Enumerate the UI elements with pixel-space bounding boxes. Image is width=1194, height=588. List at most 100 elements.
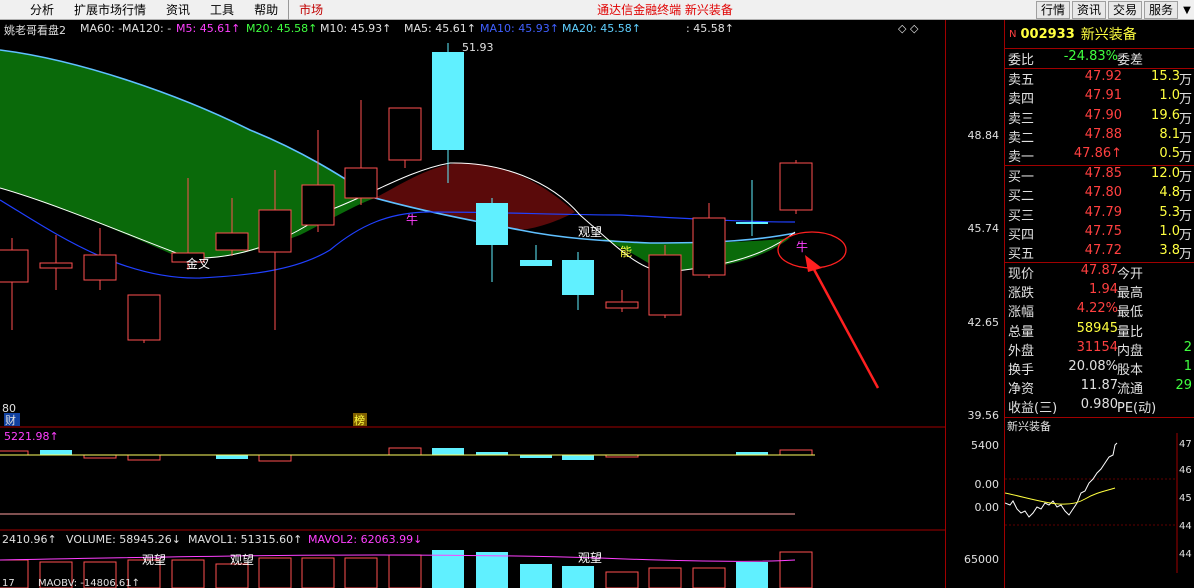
menu-item-market[interactable]: 市场 xyxy=(288,0,333,20)
bid-price: 47.80 xyxy=(1084,185,1122,201)
price-chart[interactable]: 51.93 金叉 观望 牛 能 牛 80 财 榜 5221.98↑ 2410.9… xyxy=(0,38,945,588)
menu-item-tools[interactable]: 工具 xyxy=(200,0,244,20)
bid-unit: 万 xyxy=(1178,227,1192,243)
stat-value: 47.87 xyxy=(1080,263,1118,279)
sub1-bar xyxy=(127,454,161,461)
volume-bar xyxy=(344,557,378,588)
menu-item-news[interactable]: 资讯 xyxy=(156,0,200,20)
candle-body xyxy=(301,184,335,226)
volume-bar xyxy=(215,563,249,588)
menu-item-analysis[interactable]: 分析 xyxy=(20,0,64,20)
ask-row[interactable]: 卖四 47.91 1.0 万 xyxy=(1005,88,1194,107)
menu-item-ext-market[interactable]: 扩展市场行情 xyxy=(64,0,156,20)
sub1-bar xyxy=(216,455,248,459)
volume-bar xyxy=(562,566,594,588)
stat-label: 总量 xyxy=(1008,324,1035,340)
stock-name[interactable]: 新兴装备 xyxy=(1081,24,1137,44)
mini-axis-4: 44 xyxy=(1179,521,1192,532)
bid-volume: 1.0 xyxy=(1159,223,1180,239)
candle-body xyxy=(692,217,726,276)
candle-body xyxy=(258,209,292,253)
rank-label: 榜 xyxy=(354,413,365,427)
m20-value: M20: 45.58↑ xyxy=(246,22,318,35)
stat-label-2: 量比 xyxy=(1117,324,1144,340)
service-button[interactable]: 服务 xyxy=(1143,1,1178,19)
ask-label: 卖四 xyxy=(1008,92,1035,108)
mini-axis-5: 44 xyxy=(1179,549,1192,560)
ask-unit: 万 xyxy=(1178,73,1192,89)
stat-label: 涨跌 xyxy=(1008,286,1035,302)
stat-label-2: 最高 xyxy=(1117,286,1144,302)
stock-code[interactable]: 002933 xyxy=(1020,27,1074,42)
sub1-bar xyxy=(258,454,292,462)
volume-bar xyxy=(692,567,726,588)
m5-value: M5: 45.61↑ xyxy=(176,22,241,35)
indicator-name[interactable]: 姚老哥看盘2 xyxy=(4,22,66,38)
stat-label-2: PE(动) xyxy=(1117,401,1157,417)
mini-chart-title: 新兴装备 xyxy=(1005,416,1194,433)
stat-row: 收益(三) 0.980 PE(动) xyxy=(1005,397,1194,416)
candle-body xyxy=(779,162,813,211)
volume-bar xyxy=(648,567,682,588)
volume-bar xyxy=(476,552,508,588)
wei-bi-row: 委比 -24.83% 委差 xyxy=(1005,49,1194,68)
bid-volume: 5.3 xyxy=(1159,204,1180,220)
ask-price: 47.90 xyxy=(1084,107,1122,123)
sub1-bar xyxy=(562,455,594,460)
vol-watch-2: 观望 xyxy=(230,553,254,567)
stat-row: 外盘 31154 内盘 2 xyxy=(1005,340,1194,359)
ask-volume: 0.5 xyxy=(1159,145,1180,161)
stat-row: 涨跌 1.94 最高 xyxy=(1005,282,1194,301)
ask-row[interactable]: 卖一 47.86↑ 0.5 万 xyxy=(1005,146,1194,165)
chevron-down-icon[interactable]: ▼ xyxy=(1180,5,1194,16)
news-button[interactable]: 资讯 xyxy=(1071,1,1106,19)
ask-row[interactable]: 卖三 47.90 19.6 万 xyxy=(1005,108,1194,127)
candle-body xyxy=(736,222,768,224)
vol-watch-3: 观望 xyxy=(578,551,602,565)
stat-label-2: 流通 xyxy=(1117,382,1144,398)
stat-row: 换手 20.08% 股本 1 xyxy=(1005,359,1194,378)
bid-list: 买一 47.85 12.0 万买二 47.80 4.8 万买三 47.79 5.3 万买四 47.7… xyxy=(1005,166,1194,262)
bid-price: 47.85 xyxy=(1084,166,1122,182)
bull-label-2: 牛 xyxy=(796,239,808,254)
bid-label: 买五 xyxy=(1008,246,1035,262)
stat-value-2: 29 xyxy=(1175,378,1192,394)
volume-bar xyxy=(301,557,335,588)
stat-value: 20.08% xyxy=(1068,359,1118,374)
stat-label: 外盘 xyxy=(1008,343,1035,359)
ask-row[interactable]: 卖五 47.92 15.3 万 xyxy=(1005,69,1194,88)
sub1-bar xyxy=(388,447,422,456)
trade-button[interactable]: 交易 xyxy=(1107,1,1142,19)
vol-axis: 65000 xyxy=(964,553,999,566)
ask-row[interactable]: 卖二 47.88 8.1 万 xyxy=(1005,127,1194,146)
bid-row[interactable]: 买五 47.72 3.8 万 xyxy=(1005,243,1194,262)
ask-price: 47.92 xyxy=(1084,69,1122,85)
bid-row[interactable]: 买四 47.75 1.0 万 xyxy=(1005,224,1194,243)
stat-value: 1.94 xyxy=(1089,282,1118,298)
quotes-button[interactable]: 行情 xyxy=(1035,1,1070,19)
mini-intraday-chart[interactable]: 47 46 45 44 44 xyxy=(1004,432,1194,573)
stat-row: 涨幅 4.22% 最低 xyxy=(1005,301,1194,320)
candle-body xyxy=(344,167,378,199)
axis-price-1: 48.84 xyxy=(967,129,1000,142)
menu-bar: 分析 扩展市场行情 资讯 工具 帮助 市场 通达信金融终端 新兴装备 行情 资讯… xyxy=(0,0,1194,20)
fin-label: 财 xyxy=(5,413,16,427)
stat-value: 11.87 xyxy=(1080,378,1118,394)
bid-row[interactable]: 买一 47.85 12.0 万 xyxy=(1005,166,1194,185)
bid-volume: 3.8 xyxy=(1159,242,1180,258)
bid-label: 买一 xyxy=(1008,170,1035,186)
window-title: 通达信金融终端 新兴装备 xyxy=(597,3,733,17)
stat-label-2: 内盘 xyxy=(1117,343,1144,359)
menu-item-help[interactable]: 帮助 xyxy=(244,0,288,20)
ask-label: 卖二 xyxy=(1008,130,1035,146)
sub1-bar xyxy=(432,448,464,455)
chart-nav-icon[interactable]: ◇ ◇ xyxy=(898,22,918,35)
stat-label-2: 今开 xyxy=(1117,267,1144,283)
menu-items: 分析 扩展市场行情 资讯 工具 帮助 市场 xyxy=(0,0,333,20)
ask-list: 卖五 47.92 15.3 万卖四 47.91 1.0 万卖三 47.90 19.6 万卖二 47.… xyxy=(1005,69,1194,165)
stat-value: 0.980 xyxy=(1080,397,1118,413)
bid-row[interactable]: 买二 47.80 4.8 万 xyxy=(1005,185,1194,204)
golden-cross-label: 金叉 xyxy=(186,256,210,271)
candle-body xyxy=(520,260,552,266)
bid-row[interactable]: 买三 47.79 5.3 万 xyxy=(1005,205,1194,224)
